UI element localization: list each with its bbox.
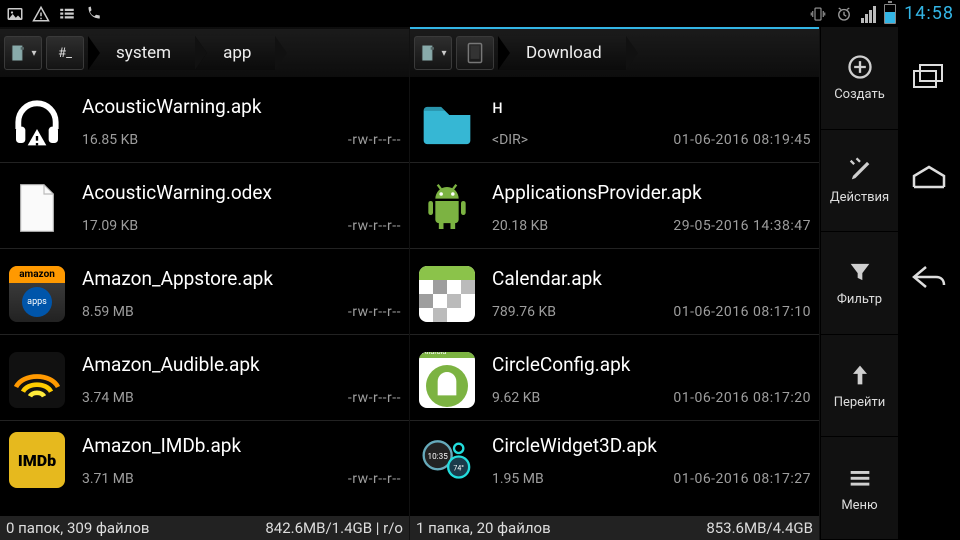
file-name: Amazon_Appstore.apk [82, 267, 401, 290]
file-row[interactable]: Amazon_Audible.apk 3.74 MB -rw-r--r-- [0, 335, 409, 421]
left-pane[interactable]: ▾ #_ system app AcousticWarning.apk 16.8… [0, 27, 410, 540]
svg-text:74°: 74° [453, 465, 464, 473]
right-footer-storage: 853.6MB/4.4GB [706, 519, 813, 537]
right-breadcrumb-row: ▾ Download [410, 27, 819, 77]
file-name: AcousticWarning.apk [82, 95, 401, 118]
storage-picker-button[interactable]: ▾ [414, 36, 452, 70]
imdb-icon: IMDb [6, 429, 68, 491]
system-nav-bar [898, 27, 960, 540]
toolbar-label: Меню [841, 498, 877, 513]
clock-text: 14:58 [904, 3, 954, 24]
headphones-icon [6, 91, 68, 153]
storage-picker-button[interactable]: ▾ [4, 36, 42, 70]
file-name: Calendar.apk [492, 267, 811, 290]
back-button[interactable] [909, 257, 949, 297]
file-row[interactable]: Calendar.apk 789.76 KB 01-06-2016 08:17:1… [410, 249, 819, 335]
file-date: 29-05-2016 14:38:47 [673, 218, 811, 234]
file-name: Amazon_Audible.apk [82, 353, 401, 376]
file-row[interactable]: Android CircleConfig.apk 9.62 KB 01-06-20… [410, 335, 819, 421]
create-button[interactable]: Создать [821, 27, 898, 130]
file-row[interactable]: н <DIR> 01-06-2016 08:19:45 [410, 77, 819, 163]
file-date: 01-06-2016 08:17:10 [673, 304, 811, 320]
chevron-down-icon: ▾ [31, 48, 36, 59]
calendar-icon [416, 263, 478, 325]
file-perm: -rw-r--r-- [348, 304, 401, 320]
file-size: 17.09 KB [82, 218, 138, 234]
file-name: AcousticWarning.odex [82, 181, 401, 204]
right-footer: 1 папка, 20 файлов 853.6MB/4.4GB [410, 516, 819, 540]
toolbar-label: Создать [834, 87, 885, 102]
file-perm: -rw-r--r-- [348, 471, 401, 487]
file-row[interactable]: 10:35 74° CircleWidget3D.apk 1.95 MB 01-06… [410, 421, 819, 495]
android-robot-icon [416, 177, 478, 239]
file-row[interactable]: AcousticWarning.odex 17.09 KB -rw-r--r-- [0, 163, 409, 249]
file-row[interactable]: IMDb Amazon_IMDb.apk 3.71 MB -rw-r--r-- [0, 421, 409, 495]
toolbar-label: Действия [830, 190, 889, 205]
left-footer-storage: 842.6MB/1.4GB | r/o [265, 519, 403, 537]
file-name: Amazon_IMDb.apk [82, 434, 401, 457]
right-footer-counts: 1 папка, 20 файлов [416, 519, 551, 537]
file-name: ApplicationsProvider.apk [492, 181, 811, 204]
warning-icon [32, 5, 50, 23]
file-size: 789.76 KB [492, 304, 556, 320]
amazon-appstore-icon: amazon apps [6, 263, 68, 325]
file-name: CircleWidget3D.apk [492, 434, 811, 457]
toolbar-label: Фильтр [837, 292, 882, 307]
audible-icon [6, 349, 68, 411]
file-row[interactable]: AcousticWarning.apk 16.85 KB -rw-r--r-- [0, 77, 409, 163]
left-footer-counts: 0 папок, 309 файлов [6, 519, 149, 537]
goto-button[interactable]: Перейти [821, 335, 898, 438]
file-date: 01-06-2016 08:17:27 [673, 471, 811, 487]
crumb-download[interactable]: Download [498, 36, 626, 70]
file-row[interactable]: ApplicationsProvider.apk 20.18 KB 29-05-2… [410, 163, 819, 249]
device-root-button[interactable] [456, 36, 494, 70]
menu-button[interactable]: Меню [821, 437, 898, 540]
file-perm: -rw-r--r-- [348, 390, 401, 406]
left-file-list[interactable]: AcousticWarning.apk 16.85 KB -rw-r--r-- A… [0, 77, 409, 516]
crumb-system[interactable]: system [88, 36, 195, 70]
list-icon [58, 5, 76, 23]
file-perm: -rw-r--r-- [348, 132, 401, 148]
file-type: <DIR> [492, 132, 528, 148]
file-name: н [492, 95, 811, 118]
file-sheet-icon [6, 177, 68, 239]
left-breadcrumb-row: ▾ #_ system app [0, 27, 409, 77]
file-perm: -rw-r--r-- [348, 218, 401, 234]
filter-button[interactable]: Фильтр [821, 232, 898, 335]
file-name: CircleConfig.apk [492, 353, 811, 376]
right-file-list[interactable]: н <DIR> 01-06-2016 08:19:45 ApplicationsP… [410, 77, 819, 516]
right-pane[interactable]: ▾ Download н <DIR> 01-06-2016 08:19:45 [410, 27, 820, 540]
crumb-app[interactable]: app [195, 36, 275, 70]
root-hash-button[interactable]: #_ [46, 36, 84, 70]
file-date: 01-06-2016 08:17:20 [673, 390, 811, 406]
file-size: 3.74 MB [82, 390, 134, 406]
actions-button[interactable]: Действия [821, 130, 898, 233]
battery-icon [884, 4, 896, 24]
circle-widget-icon: 10:35 74° [416, 429, 478, 491]
file-size: 9.62 KB [492, 390, 540, 406]
circle-config-icon: Android [416, 349, 478, 411]
file-size: 1.95 MB [492, 471, 544, 487]
file-date: 01-06-2016 08:19:45 [673, 132, 811, 148]
right-toolbar: Создать Действия Фильтр Перейти Меню [820, 27, 898, 540]
svg-text:10:35: 10:35 [428, 451, 449, 461]
status-bar: 14:58 [0, 0, 960, 27]
recent-apps-button[interactable] [909, 57, 949, 97]
toolbar-label: Перейти [834, 395, 886, 410]
file-size: 20.18 KB [492, 218, 548, 234]
file-size: 3.71 MB [82, 471, 134, 487]
left-footer: 0 папок, 309 файлов 842.6MB/1.4GB | r/o [0, 516, 409, 540]
phone-icon [84, 5, 102, 23]
signal-icon [861, 5, 876, 23]
alarm-icon [835, 5, 853, 23]
chevron-down-icon: ▾ [441, 48, 446, 59]
vibrate-icon [809, 5, 827, 23]
picture-icon [6, 5, 24, 23]
file-size: 8.59 MB [82, 304, 134, 320]
home-button[interactable] [909, 157, 949, 197]
folder-icon [416, 91, 478, 153]
file-size: 16.85 KB [82, 132, 138, 148]
file-row[interactable]: amazon apps Amazon_Appstore.apk 8.59 MB -… [0, 249, 409, 335]
